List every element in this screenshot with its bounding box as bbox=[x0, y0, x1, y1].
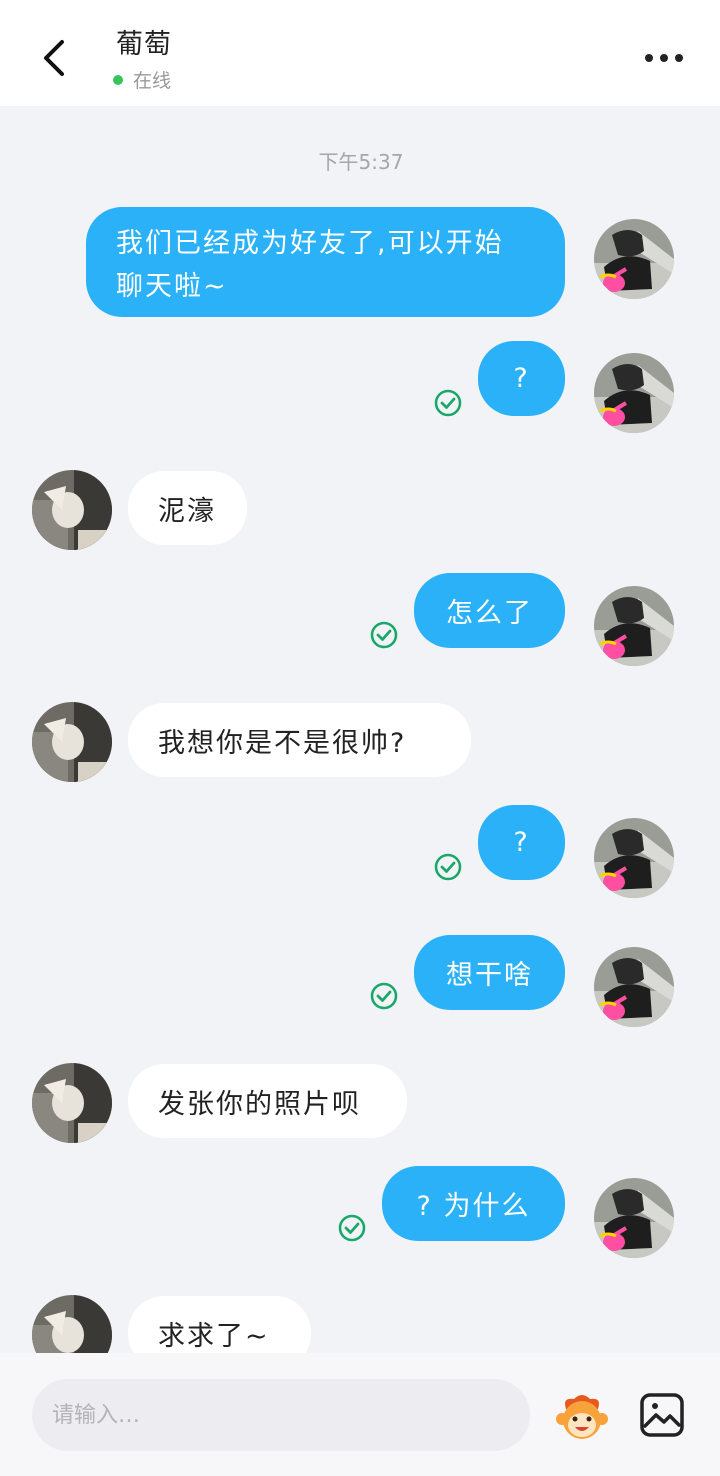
message-input[interactable] bbox=[32, 1379, 530, 1451]
message-timestamp: 下午5:37 bbox=[318, 150, 404, 174]
message-bubble-mine[interactable]: 怎么了 bbox=[414, 573, 565, 648]
message-text: 想干啥 bbox=[446, 960, 533, 991]
read-check-icon bbox=[434, 389, 462, 417]
message-bubble-mine[interactable]: 想干啥 bbox=[414, 935, 565, 1010]
contact-avatar[interactable] bbox=[32, 702, 112, 782]
contact-avatar[interactable] bbox=[32, 1063, 112, 1143]
more-button[interactable] bbox=[638, 40, 690, 76]
my-avatar[interactable] bbox=[594, 1178, 674, 1258]
message-text: ? bbox=[513, 363, 530, 394]
message-text: 发张你的照片呗 bbox=[158, 1088, 361, 1120]
message-text: 怎么了 bbox=[446, 598, 533, 629]
emoji-button[interactable] bbox=[554, 1389, 610, 1445]
message-bubble-mine[interactable]: 我们已经成为好友了,可以开始 聊天啦~ bbox=[86, 207, 565, 317]
message-text: 我想你是不是很帅? bbox=[158, 727, 407, 759]
back-button[interactable] bbox=[30, 30, 80, 88]
status-text: 在线 bbox=[133, 70, 172, 92]
chevron-left-icon bbox=[44, 40, 64, 76]
chat-header: 葡萄 在线 bbox=[0, 0, 720, 106]
read-check-icon bbox=[370, 982, 398, 1010]
message-text: 求求了~ bbox=[158, 1320, 270, 1352]
message-text: ? 为什么 bbox=[416, 1191, 531, 1222]
message-text-line: 聊天啦~ bbox=[116, 271, 228, 302]
contact-avatar[interactable] bbox=[32, 470, 112, 550]
message-bubble-mine[interactable]: ? bbox=[478, 805, 565, 880]
monkey-emoji-icon bbox=[556, 1395, 608, 1439]
my-avatar[interactable] bbox=[594, 586, 674, 666]
message-text: 泥濠 bbox=[158, 495, 216, 527]
message-bubble-mine[interactable]: ? bbox=[478, 341, 565, 416]
message-bubble-theirs[interactable]: 泥濠 bbox=[128, 471, 247, 545]
input-bar bbox=[0, 1353, 720, 1476]
read-check-icon bbox=[338, 1214, 366, 1242]
read-check-icon bbox=[434, 853, 462, 881]
online-dot-icon bbox=[113, 74, 123, 85]
message-bubble-mine[interactable]: ? 为什么 bbox=[382, 1166, 565, 1241]
contact-name: 葡萄 bbox=[116, 29, 172, 60]
image-button[interactable] bbox=[637, 1390, 687, 1440]
more-horizontal-icon bbox=[645, 54, 683, 62]
my-avatar[interactable] bbox=[594, 219, 674, 299]
message-text: ? bbox=[513, 827, 530, 858]
message-text-line: 我们已经成为好友了,可以开始 bbox=[116, 228, 504, 259]
my-avatar[interactable] bbox=[594, 353, 674, 433]
my-avatar[interactable] bbox=[594, 818, 674, 898]
message-bubble-theirs[interactable]: 发张你的照片呗 bbox=[128, 1064, 407, 1138]
online-status: 在线 bbox=[113, 66, 171, 93]
read-check-icon bbox=[370, 621, 398, 649]
image-icon bbox=[640, 1393, 684, 1437]
message-bubble-theirs[interactable]: 我想你是不是很帅? bbox=[128, 703, 471, 777]
my-avatar[interactable] bbox=[594, 947, 674, 1027]
